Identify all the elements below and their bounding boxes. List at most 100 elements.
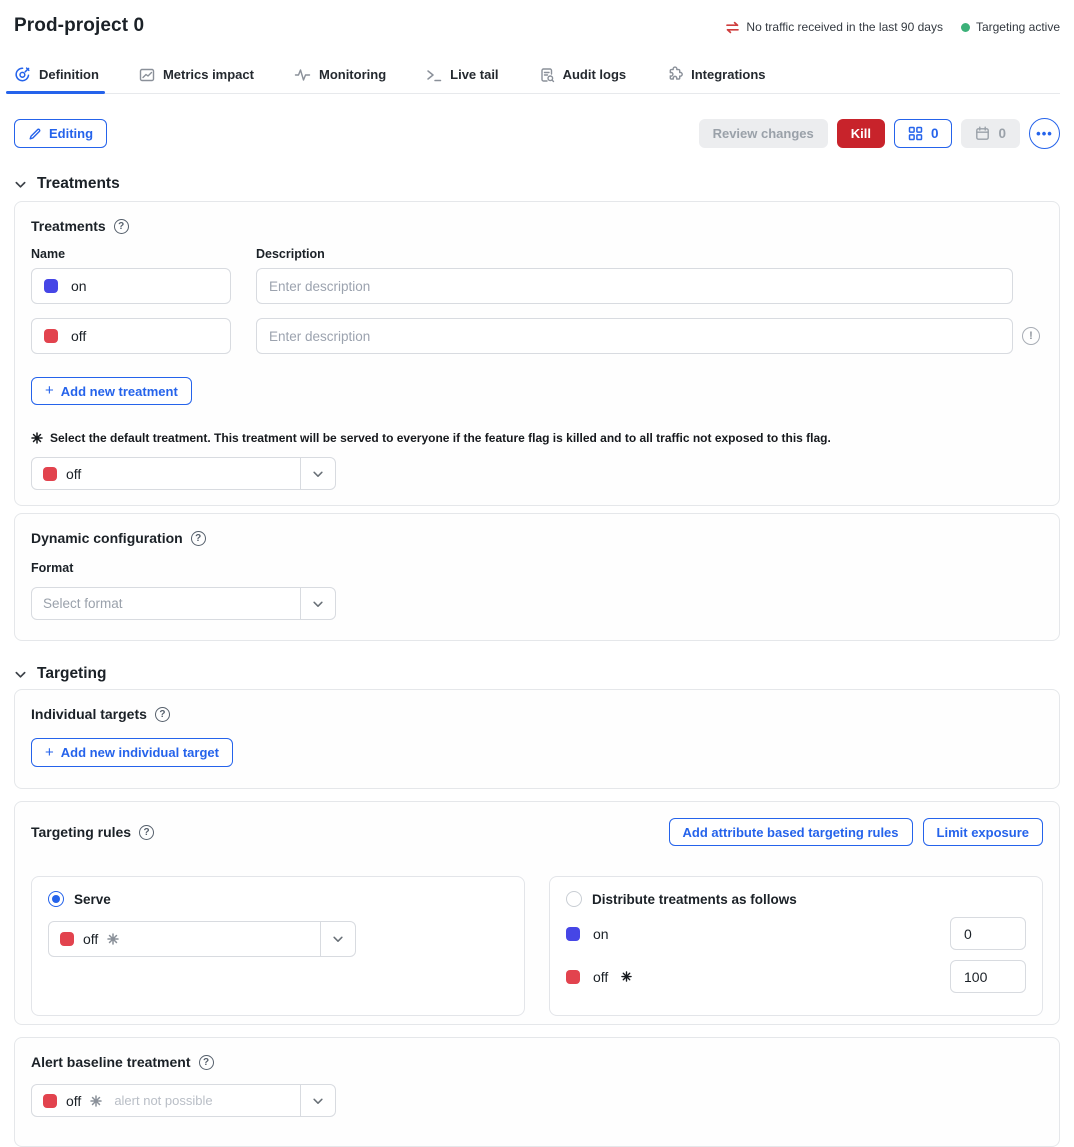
treatments-panel-title: Treatments ? — [31, 218, 1043, 234]
panel-title-label: Individual targets — [31, 706, 147, 722]
distribution-row: off — [566, 960, 1026, 993]
section-heading-label: Treatments — [37, 175, 120, 193]
treatment-description-input[interactable] — [256, 268, 1013, 304]
add-attribute-rules-button[interactable]: Add attribute based targeting rules — [669, 818, 913, 846]
help-icon[interactable]: ? — [155, 707, 170, 722]
chevron-down-icon — [14, 178, 27, 191]
dynamic-configuration-title: Dynamic configuration ? — [31, 530, 1043, 546]
targeting-status: Targeting active — [961, 20, 1060, 34]
panel-title-label: Treatments — [31, 218, 106, 234]
default-asterisk-icon — [107, 933, 119, 945]
individual-targets-title: Individual targets ? — [31, 706, 1043, 722]
tab-monitoring[interactable]: Monitoring — [294, 66, 386, 93]
targeting-rules-header: Targeting rules ? Add attribute based ta… — [31, 818, 1043, 846]
tab-audit-logs[interactable]: Audit logs — [539, 66, 627, 93]
rollout-count-button[interactable]: 0 — [894, 119, 953, 148]
plus-icon: + — [45, 382, 54, 399]
limit-exposure-button[interactable]: Limit exposure — [923, 818, 1043, 846]
format-select[interactable]: Select format — [31, 587, 336, 620]
distribution-treatment: on — [566, 926, 609, 942]
treatment-color-swatch — [566, 927, 580, 941]
default-asterisk-icon — [621, 971, 632, 982]
swap-arrows-icon — [725, 21, 740, 34]
more-actions-button[interactable]: ••• — [1029, 118, 1060, 149]
default-treatment-note: Select the default treatment. This treat… — [31, 431, 1043, 445]
distribution-percent-input[interactable] — [950, 917, 1026, 950]
editing-button[interactable]: Editing — [14, 119, 107, 148]
distribute-radio[interactable] — [566, 891, 582, 907]
terminal-icon — [426, 68, 442, 82]
panel-title-label: Targeting rules — [31, 824, 131, 840]
treatment-name-input[interactable]: on — [31, 268, 231, 304]
toolbar-right: Review changes Kill 0 — [699, 118, 1060, 149]
treatment-name-input[interactable]: off — [31, 318, 231, 354]
help-icon[interactable]: ? — [199, 1055, 214, 1070]
help-icon[interactable]: ? — [191, 531, 206, 546]
treatment-name: on — [71, 278, 87, 294]
document-search-icon — [539, 67, 555, 83]
rules-buttons: Add attribute based targeting rules Limi… — [669, 818, 1043, 846]
tab-label: Audit logs — [563, 67, 627, 82]
alert-baseline-value: off — [66, 1093, 81, 1109]
targeting-section-heading[interactable]: Targeting — [14, 665, 1060, 683]
editing-label: Editing — [49, 126, 93, 141]
distribute-card: Distribute treatments as follows on off — [549, 876, 1043, 1016]
treatment-color-swatch — [566, 970, 580, 984]
individual-targets-panel: Individual targets ? + Add new individua… — [14, 689, 1060, 789]
chevron-down-icon — [14, 668, 27, 681]
treatments-panel: Treatments ? Name Description on off ! +… — [14, 201, 1060, 506]
review-changes-button[interactable]: Review changes — [699, 119, 828, 148]
kill-button[interactable]: Kill — [837, 119, 885, 148]
tab-label: Definition — [39, 67, 99, 82]
default-treatment-select[interactable]: off — [31, 457, 336, 490]
treatment-color-swatch — [44, 279, 58, 293]
add-individual-target-button[interactable]: + Add new individual target — [31, 738, 233, 767]
serve-treatment-select[interactable]: off — [48, 921, 356, 957]
distribution-name: off — [593, 969, 608, 985]
tab-live-tail[interactable]: Live tail — [426, 66, 498, 93]
tab-integrations[interactable]: Integrations — [666, 66, 765, 93]
serve-card: Serve off — [31, 876, 525, 1016]
help-icon[interactable]: ? — [114, 219, 129, 234]
schedule-count-button[interactable]: 0 — [961, 119, 1020, 148]
status-group: No traffic received in the last 90 days … — [725, 20, 1060, 34]
tab-definition[interactable]: Definition — [14, 66, 99, 93]
add-treatment-button[interactable]: + Add new treatment — [31, 377, 192, 405]
help-icon[interactable]: ? — [139, 825, 154, 840]
schedule-count: 0 — [998, 126, 1006, 141]
treatment-color-swatch — [60, 932, 74, 946]
default-asterisk-icon — [90, 1095, 102, 1107]
distribute-label: Distribute treatments as follows — [592, 892, 797, 907]
targeting-status-text: Targeting active — [976, 20, 1060, 34]
treatments-section-heading[interactable]: Treatments — [14, 175, 1060, 193]
panel-title-label: Dynamic configuration — [31, 530, 183, 546]
distribution-treatment: off — [566, 969, 632, 985]
green-status-dot — [961, 23, 970, 32]
chevron-down-icon — [300, 588, 335, 619]
limit-exposure-label: Limit exposure — [937, 825, 1029, 840]
pulse-icon — [294, 68, 311, 82]
review-changes-label: Review changes — [713, 126, 814, 141]
grid-icon — [908, 126, 923, 141]
tab-label: Integrations — [691, 67, 765, 82]
add-attribute-rules-label: Add attribute based targeting rules — [683, 825, 899, 840]
pencil-icon — [28, 127, 42, 141]
tab-metrics-impact[interactable]: Metrics impact — [139, 66, 254, 93]
select-value: off — [49, 931, 320, 947]
alert-baseline-select[interactable]: off alert not possible — [31, 1084, 336, 1117]
default-treatment-value: off — [66, 466, 81, 482]
treatment-row: on — [31, 268, 1043, 304]
serve-radio[interactable] — [48, 891, 64, 907]
add-target-label: Add new individual target — [61, 745, 219, 760]
warning-icon: ! — [1022, 327, 1040, 345]
rollout-count: 0 — [931, 126, 939, 141]
treatment-description-input[interactable] — [256, 318, 1013, 354]
distribution-percent-input[interactable] — [950, 960, 1026, 993]
targeting-rules-title: Targeting rules ? — [31, 824, 154, 840]
chevron-down-icon — [320, 922, 355, 956]
page-title: Prod-project 0 — [14, 15, 144, 37]
target-edit-icon — [14, 66, 31, 83]
alert-baseline-panel: Alert baseline treatment ? off alert not… — [14, 1037, 1060, 1147]
toolbar: Editing Review changes Kill 0 — [14, 118, 1060, 149]
tab-bar: Definition Metrics impact Monitoring — [14, 66, 1060, 94]
